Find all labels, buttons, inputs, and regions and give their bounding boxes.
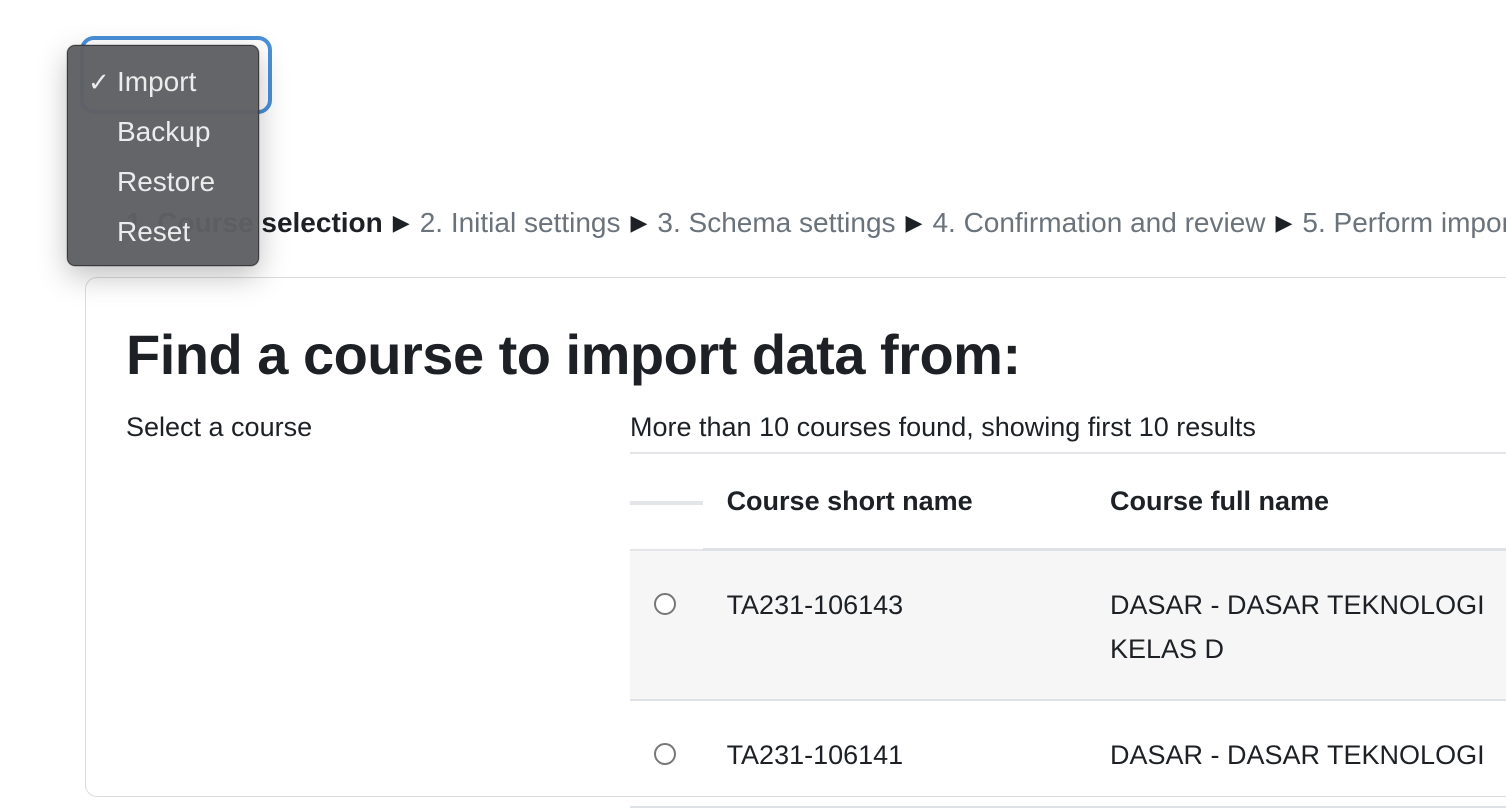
row-select-cell (630, 700, 703, 807)
import-type-dropdown-menu: ✓ Import Backup Restore Reset (67, 45, 259, 266)
header-short-name: Course short name (702, 453, 1110, 551)
table-header-row: Course short name Course full name (630, 453, 1506, 551)
course-full-name-line: KELAS D (1109, 634, 1225, 664)
course-full-name-line: DASAR - DASAR TEKNOLOGI (1109, 740, 1485, 770)
results-count-note: More than 10 courses found, showing firs… (630, 412, 1256, 442)
dropdown-option-label: Reset (117, 216, 191, 247)
step-5: 5. Perform import (1302, 207, 1506, 238)
dropdown-option-label: Backup (117, 116, 211, 147)
dropdown-option-import[interactable]: ✓ Import (68, 60, 258, 110)
header-divider (630, 501, 703, 506)
select-course-label: Select a course (126, 412, 313, 442)
step-separator-icon: ▶ (392, 210, 410, 235)
table-row[interactable]: TA231-106141 DASAR - DASAR TEKNOLOGI (630, 700, 1506, 807)
import-steps-breadcrumb: 1. Course selection▶2. Initial settings▶… (126, 204, 1506, 244)
step-separator-icon: ▶ (630, 210, 648, 235)
step-separator-icon: ▶ (905, 210, 923, 235)
step-4: 4. Confirmation and review (932, 207, 1266, 238)
page-title: Find a course to import data from: (126, 323, 1021, 386)
step-2: 2. Initial settings (419, 207, 621, 238)
dropdown-option-backup[interactable]: Backup (68, 110, 258, 160)
course-full-name: DASAR - DASAR TEKNOLOGI KELAS D (1110, 550, 1506, 701)
course-results-table: Course short name Course full name TA231… (630, 452, 1506, 808)
row-select-cell (630, 550, 703, 701)
dropdown-option-restore[interactable]: Restore (68, 160, 258, 210)
header-full-name: Course full name (1109, 453, 1506, 551)
course-radio[interactable] (654, 592, 676, 615)
course-radio[interactable] (654, 743, 676, 765)
checkmark-icon: ✓ (88, 67, 110, 97)
course-short-name: TA231-106141 (726, 740, 904, 770)
table-row[interactable]: TA231-106143 DASAR - DASAR TEKNOLOGI KEL… (630, 549, 1506, 701)
header-select (630, 453, 703, 551)
dropdown-option-label: Import (117, 66, 197, 97)
course-full-name: DASAR - DASAR TEKNOLOGI (1110, 700, 1506, 807)
course-full-name-line: DASAR - DASAR TEKNOLOGI (1109, 590, 1485, 620)
dropdown-option-label: Restore (117, 166, 216, 197)
step-separator-icon: ▶ (1275, 210, 1293, 235)
course-short-name: TA231-106143 (726, 590, 904, 620)
dropdown-option-reset[interactable]: Reset (68, 210, 258, 260)
step-3: 3. Schema settings (657, 207, 896, 238)
